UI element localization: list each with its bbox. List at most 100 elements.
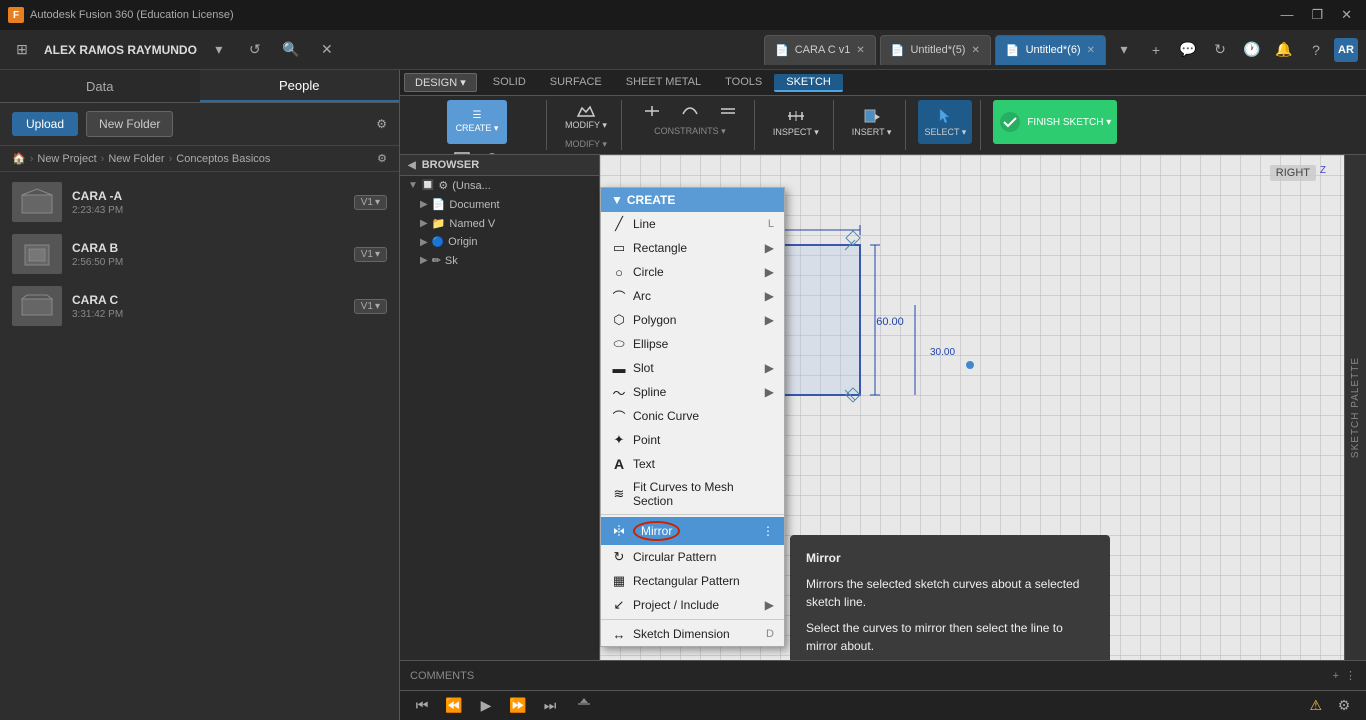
trim-btn[interactable]	[634, 100, 670, 122]
bell-icon[interactable]: 🔔	[1270, 36, 1298, 64]
browser-collapse-btn[interactable]: ◀	[408, 160, 416, 171]
user-avatar[interactable]: AR	[1334, 38, 1358, 62]
menu-item-slot[interactable]: ▬ Slot ▶	[601, 356, 784, 380]
tab-untitled-6[interactable]: 📄 Untitled*(6) ✕	[995, 35, 1106, 65]
browser-row-2[interactable]: ▶ 📁 Named V	[400, 214, 599, 233]
menu-item-circular-pattern[interactable]: ↻ Circular Pattern	[601, 545, 784, 569]
breadcrumb-project[interactable]: New Project	[37, 153, 96, 165]
settings-icon[interactable]: ⚙	[376, 117, 387, 131]
menu-item-arc[interactable]: ⌒ Arc ▶	[601, 284, 784, 308]
version-badge-1[interactable]: V1 ▾	[354, 247, 387, 262]
timeline-start-btn[interactable]: ⏮	[408, 692, 436, 720]
design-mode-button[interactable]: DESIGN ▾	[404, 73, 477, 92]
sync-icon[interactable]: ↻	[1206, 36, 1234, 64]
comments-label: COMMENTS	[410, 670, 474, 682]
tab-close-1[interactable]: ✕	[971, 45, 979, 56]
circle-tool-btn[interactable]	[478, 148, 506, 154]
help-icon[interactable]: ?	[1302, 36, 1330, 64]
svg-text:30.00: 30.00	[930, 347, 955, 358]
menu-item-project-include[interactable]: ↙ Project / Include ▶	[601, 593, 784, 617]
menu-item-conic[interactable]: ⌒ Conic Curve	[601, 404, 784, 428]
menu-item-point[interactable]: ✦ Point	[601, 428, 784, 452]
menu-item-circle[interactable]: ○ Circle ▶	[601, 260, 784, 284]
ribbon-tab-tools[interactable]: TOOLS	[713, 74, 774, 92]
close-panel-icon[interactable]: ✕	[313, 36, 341, 64]
menu-item-sketch-dimension[interactable]: ↔ Sketch Dimension D	[601, 622, 784, 646]
canvas-area[interactable]: RIGHT Z ◀ BROWSER ▼ 🔲 ⚙ (Unsa...	[400, 155, 1366, 660]
tab-untitled-5[interactable]: 📄 Untitled*(5) ✕	[880, 35, 991, 65]
insert-button[interactable]: INSERT ▾	[846, 100, 898, 144]
browser-row-1[interactable]: ▶ 📄 Document	[400, 195, 599, 214]
mirror-icon	[611, 523, 627, 539]
maximize-button[interactable]: ❐	[1305, 5, 1329, 25]
version-badge-0[interactable]: V1 ▾	[354, 195, 387, 210]
finish-sketch-button[interactable]: FINISH SKETCH ▾	[993, 100, 1117, 144]
file-list: CARA -A 2:23:43 PM V1 ▾ CARA B 2:56:5	[0, 172, 399, 720]
menu-item-line[interactable]: ╱ Line L	[601, 212, 784, 236]
version-badge-2[interactable]: V1 ▾	[354, 299, 387, 314]
rect-tool-btn[interactable]	[448, 148, 476, 154]
close-button[interactable]: ✕	[1335, 5, 1358, 25]
minimize-button[interactable]: —	[1274, 5, 1299, 25]
select-button[interactable]: SELECT ▾	[918, 100, 972, 144]
new-folder-button[interactable]: New Folder	[86, 111, 173, 137]
file-item-2[interactable]: CARA C 3:31:42 PM V1 ▾	[0, 280, 399, 332]
browser-row-0[interactable]: ▼ 🔲 ⚙ (Unsa...	[400, 176, 599, 195]
modify-button[interactable]: MODIFY ▾	[559, 100, 613, 135]
menu-item-ellipse[interactable]: ⬭ Ellipse	[601, 332, 784, 356]
timeline-play-btn[interactable]: ▶	[472, 692, 500, 720]
breadcrumb-folder[interactable]: New Folder	[108, 153, 164, 165]
menu-item-spline[interactable]: 〜 Spline ▶	[601, 380, 784, 404]
comment-icon[interactable]: 💬	[1174, 36, 1202, 64]
refresh-icon[interactable]: ↺	[241, 36, 269, 64]
comments-add-icon[interactable]: +	[1333, 670, 1339, 682]
browser-row-4[interactable]: ▶ ✏ Sk	[400, 251, 599, 270]
equal-btn[interactable]	[710, 100, 746, 122]
extend-btn[interactable]	[672, 100, 708, 122]
grid-icon[interactable]: ⊞	[8, 36, 36, 64]
timeline-end-btn[interactable]: ⏭	[536, 692, 564, 720]
file-item-1[interactable]: CARA B 2:56:50 PM V1 ▾	[0, 228, 399, 280]
ribbon-tab-solid[interactable]: SOLID	[481, 74, 538, 92]
tab-label: Untitled*(6)	[1026, 44, 1081, 56]
tab-cara-c-v1[interactable]: 📄 CARA C v1 ✕	[764, 35, 876, 65]
add-tab-button[interactable]: +	[1142, 36, 1170, 64]
timeline-settings-icon[interactable]: ⚙	[1330, 692, 1358, 720]
search-icon[interactable]: 🔍	[277, 36, 305, 64]
file-item-0[interactable]: CARA -A 2:23:43 PM V1 ▾	[0, 176, 399, 228]
history-icon[interactable]: 🕐	[1238, 36, 1266, 64]
account-dropdown-icon[interactable]: ▾	[205, 36, 233, 64]
tab-close-0[interactable]: ✕	[856, 45, 864, 56]
menu-item-text[interactable]: A Text	[601, 452, 784, 476]
menu-item-fit-curves[interactable]: ≋ Fit Curves to Mesh Section	[601, 476, 784, 512]
tab-data[interactable]: Data	[0, 70, 200, 102]
tab-people[interactable]: People	[200, 70, 400, 102]
menu-item-mirror[interactable]: Mirror ⋮	[601, 517, 784, 545]
conic-icon: ⌒	[611, 408, 627, 424]
inspect-button[interactable]: INSPECT ▾	[767, 100, 825, 144]
breadcrumb-home[interactable]: 🏠	[12, 152, 26, 165]
file-info-1: CARA B 2:56:50 PM	[72, 241, 344, 268]
menu-item-rectangular-pattern[interactable]: ▦ Rectangular Pattern	[601, 569, 784, 593]
menu-item-rectangle[interactable]: ▭ Rectangle ▶	[601, 236, 784, 260]
upload-button[interactable]: Upload	[12, 112, 78, 136]
timeline-prev-btn[interactable]: ⏪	[440, 692, 468, 720]
arc-tool-btn[interactable]	[416, 148, 446, 154]
rectangle-icon: ▭	[611, 240, 627, 256]
ribbon-tab-sketch[interactable]: SKETCH	[774, 74, 843, 92]
tab-close-2[interactable]: ✕	[1087, 45, 1095, 56]
spline-tool-btn[interactable]	[508, 148, 538, 154]
create-button[interactable]: ☰ CREATE ▾	[447, 100, 507, 144]
accountbar: ⊞ ALEX RAMOS RAYMUNDO ▾ ↺ 🔍 ✕ 📄 CARA C v…	[0, 30, 1366, 70]
line-shortcut: L	[768, 218, 774, 230]
ribbon-tab-surface[interactable]: SURFACE	[538, 74, 614, 92]
tab-overflow-icon[interactable]: ▾	[1110, 36, 1138, 64]
browser-row-3[interactable]: ▶ 🔵 Origin	[400, 233, 599, 251]
sketch-palette[interactable]: SKETCH PALETTE	[1344, 155, 1366, 660]
timeline-next-btn[interactable]: ⏩	[504, 692, 532, 720]
menu-item-polygon[interactable]: ⬡ Polygon ▶	[601, 308, 784, 332]
comments-drag-icon[interactable]: ⋮	[1345, 669, 1356, 682]
breadcrumb-settings-icon[interactable]: ⚙	[377, 152, 387, 165]
ribbon-tab-sheet-metal[interactable]: SHEET METAL	[614, 74, 713, 92]
breadcrumb-current[interactable]: Conceptos Basicos	[176, 153, 270, 165]
